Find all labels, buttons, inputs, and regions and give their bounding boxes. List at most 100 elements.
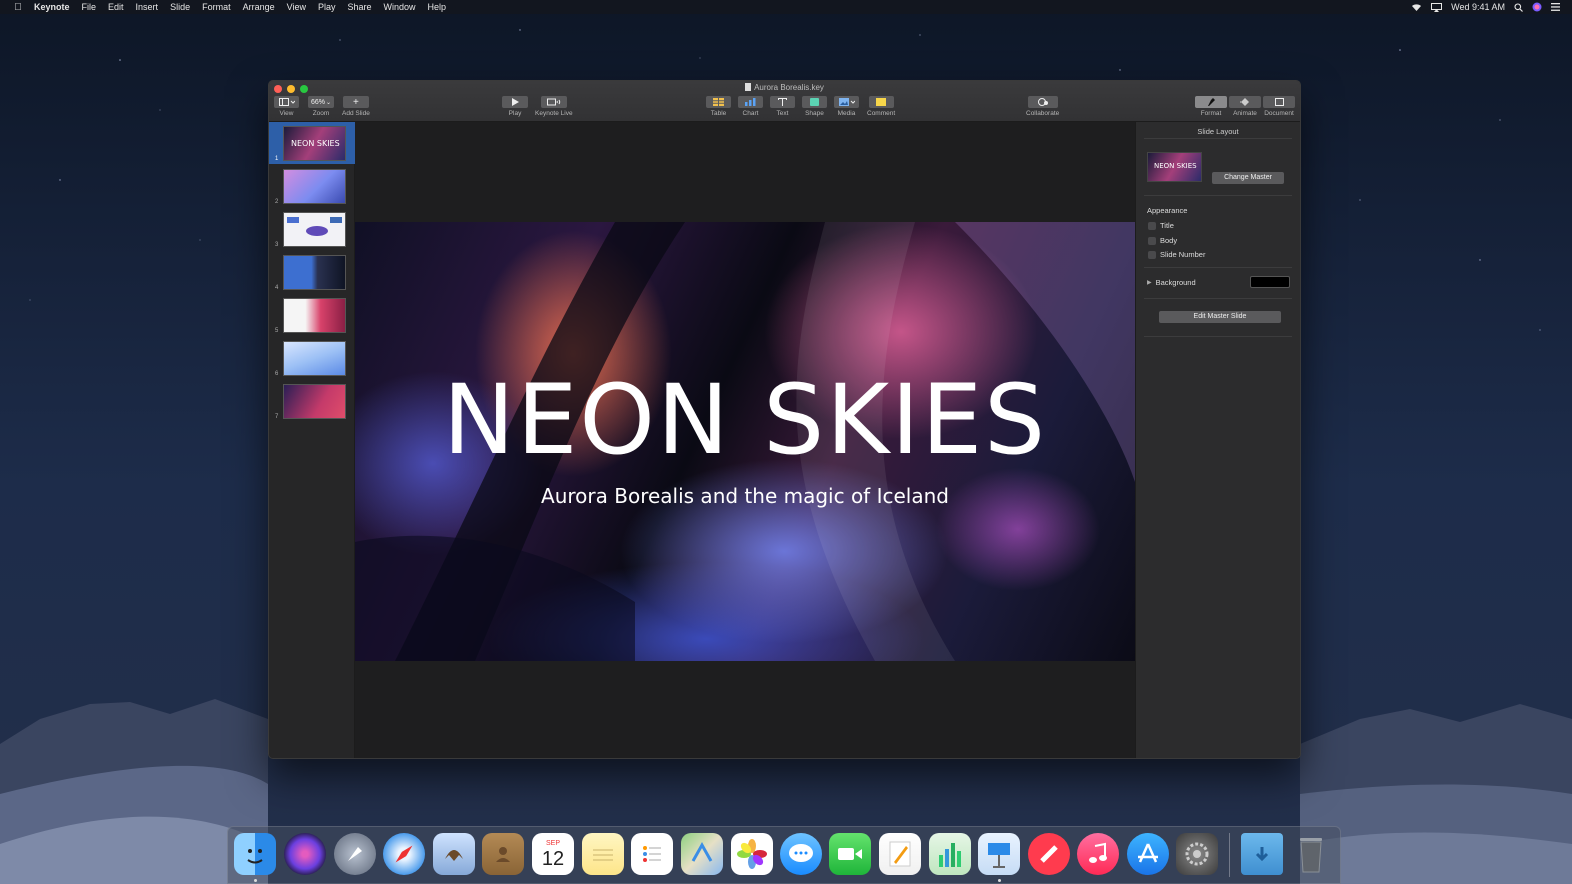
shape-icon [810, 98, 819, 106]
slide-thumbnail-3[interactable]: 3 [269, 208, 355, 250]
plus-icon: + [352, 96, 359, 108]
change-master-button[interactable]: Change Master [1212, 172, 1284, 184]
zoom-control: 66% ⌄ Zoom [308, 96, 334, 117]
mail-icon[interactable] [433, 833, 475, 875]
edit-master-slide-button[interactable]: Edit Master Slide [1159, 311, 1281, 323]
music-icon[interactable] [1077, 833, 1119, 875]
comment-button[interactable] [868, 96, 894, 108]
notification-center-icon[interactable] [1551, 3, 1560, 11]
news-icon[interactable] [1028, 833, 1070, 875]
collaborate-button[interactable] [1027, 96, 1058, 108]
title-checkbox[interactable] [1148, 221, 1156, 230]
airplay-icon[interactable] [1431, 2, 1443, 12]
table-label: Table [710, 110, 727, 117]
notes-icon[interactable] [582, 833, 624, 875]
siri-menu-icon[interactable] [1532, 2, 1542, 12]
menubar-clock[interactable]: Wed 9:41 AM [1451, 2, 1505, 12]
facetime-icon[interactable] [829, 833, 871, 875]
add-slide-label: Add Slide [342, 110, 370, 117]
slide-thumbnail-2[interactable]: 2 [269, 165, 355, 207]
siri-icon[interactable] [284, 833, 326, 875]
menu-arrange[interactable]: Arrange [243, 2, 275, 12]
maps-icon[interactable] [681, 833, 723, 875]
title-checkbox-row[interactable]: Title [1148, 221, 1174, 230]
menu-window[interactable]: Window [384, 2, 416, 12]
finder-icon[interactable] [234, 833, 276, 875]
downloads-folder-icon[interactable] [1241, 833, 1283, 875]
finder-running-indicator [254, 879, 257, 882]
master-thumb-title: NEON SKIES [1154, 162, 1197, 170]
chart-control: Chart [738, 96, 763, 117]
wifi-icon[interactable] [1411, 3, 1422, 12]
chevron-down-icon: ⌄ [325, 99, 332, 106]
slide-number: 6 [275, 371, 279, 377]
play-button[interactable] [502, 96, 528, 108]
calendar-icon[interactable]: SEP 12 [532, 833, 574, 875]
table-button[interactable] [706, 96, 731, 108]
photos-icon[interactable] [731, 833, 773, 875]
comment-label: Comment [867, 110, 896, 117]
body-checkbox[interactable] [1148, 236, 1156, 245]
system-preferences-icon[interactable] [1176, 833, 1218, 875]
current-slide[interactable]: NEON SKIES Aurora Borealis and the magic… [355, 222, 1135, 661]
play-label: Play [508, 110, 522, 117]
body-checkbox-row[interactable]: Body [1148, 236, 1177, 245]
chart-label: Chart [742, 110, 759, 117]
menu-slide[interactable]: Slide [170, 2, 190, 12]
menu-view[interactable]: View [287, 2, 306, 12]
format-tab[interactable] [1195, 96, 1227, 108]
menu-app-keynote[interactable]: Keynote [34, 2, 70, 12]
keynote-icon[interactable] [978, 833, 1020, 875]
keynote-live-button[interactable] [540, 96, 567, 108]
disclosure-triangle-icon[interactable]: ▶ [1147, 279, 1152, 286]
slide-thumbnail-4[interactable]: 4 [269, 251, 355, 293]
slide-number-checkbox[interactable] [1148, 250, 1156, 259]
media-icon [838, 98, 855, 106]
document-tab[interactable] [1263, 96, 1295, 108]
slide-6-preview [283, 341, 346, 376]
reminders-icon[interactable] [631, 833, 673, 875]
slide-subtitle[interactable]: Aurora Borealis and the magic of Iceland [355, 484, 1135, 508]
animate-tab[interactable] [1229, 96, 1261, 108]
slide-title[interactable]: NEON SKIES [355, 372, 1135, 468]
chart-button[interactable] [738, 96, 763, 108]
contacts-icon[interactable] [482, 833, 524, 875]
slide-thumbnail-1[interactable]: NEON SKIES 1 [269, 122, 355, 164]
numbers-icon[interactable] [929, 833, 971, 875]
background-color-well[interactable] [1250, 276, 1290, 288]
add-slide-button[interactable]: + [342, 96, 369, 108]
messages-icon[interactable] [780, 833, 822, 875]
menu-edit[interactable]: Edit [108, 2, 124, 12]
master-slide-thumbnail[interactable]: NEON SKIES [1147, 152, 1202, 182]
media-button[interactable] [834, 96, 859, 108]
menu-insert[interactable]: Insert [136, 2, 159, 12]
shape-button[interactable] [802, 96, 827, 108]
menu-help[interactable]: Help [428, 2, 447, 12]
view-label: View [279, 110, 294, 117]
slide-thumbnail-5[interactable]: 5 [269, 294, 355, 336]
view-button[interactable] [274, 96, 299, 108]
slide-number-checkbox-row[interactable]: Slide Number [1148, 250, 1205, 259]
slide-number: 4 [275, 285, 279, 291]
format-brush-icon [1207, 98, 1215, 106]
window-title: Aurora Borealis.key [269, 83, 1300, 92]
pages-icon[interactable] [879, 833, 921, 875]
slide-thumbnail-7[interactable]: 7 [269, 380, 355, 422]
zoom-dropdown[interactable]: 66% ⌄ [308, 96, 334, 108]
zoom-value: 66% [310, 98, 325, 106]
appearance-heading: Appearance [1147, 206, 1188, 215]
trash-icon[interactable] [1290, 833, 1332, 875]
menu-share[interactable]: Share [348, 2, 372, 12]
menu-play[interactable]: Play [318, 2, 336, 12]
zoom-label: Zoom [312, 110, 330, 117]
menu-file[interactable]: File [82, 2, 97, 12]
launchpad-icon[interactable] [334, 833, 376, 875]
menu-format[interactable]: Format [202, 2, 231, 12]
spotlight-search-icon[interactable] [1514, 2, 1523, 12]
apple-menu-icon[interactable]:  [12, 2, 24, 13]
safari-icon[interactable] [383, 833, 425, 875]
background-disclosure[interactable]: ▶ Background [1147, 278, 1196, 287]
app-store-icon[interactable] [1127, 833, 1169, 875]
slide-thumbnail-6[interactable]: 6 [269, 337, 355, 379]
text-button[interactable] [770, 96, 795, 108]
